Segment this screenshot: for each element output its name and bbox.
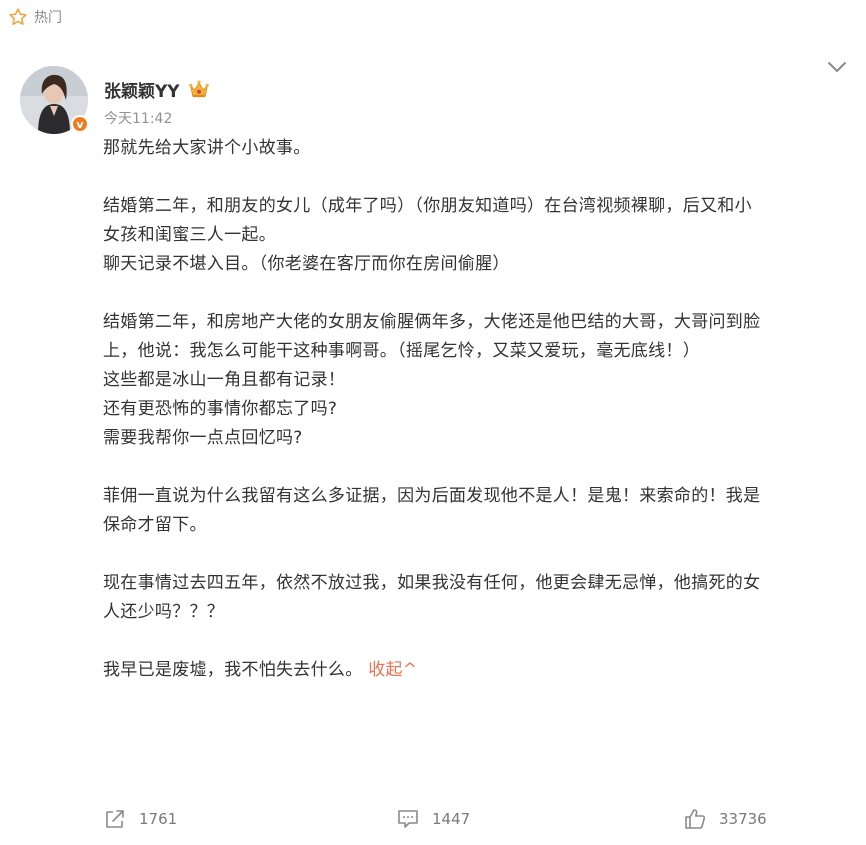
action-bar: 1761 1447 33736: [0, 804, 866, 834]
post-line: 上，他说：我怎么可能干这种事啊哥。（摇尾乞怜，又菜又爱玩，毫无底线！）: [103, 341, 700, 361]
comment-button[interactable]: 1447: [396, 804, 470, 834]
forward-count: 1761: [139, 810, 178, 828]
comment-icon: [398, 810, 418, 828]
post-line: 这些都是冰山一角且都有记录！: [103, 370, 346, 390]
like-button[interactable]: 33736: [683, 804, 767, 834]
chevron-down-icon[interactable]: [826, 58, 848, 76]
post-line: 菲佣一直说为什么我留有这么多证据，因为后面发现他不是人！是鬼！来索命的！我是: [103, 486, 761, 506]
hot-label: 热门: [34, 10, 62, 26]
crown-icon: [188, 80, 209, 98]
post-body: 那就先给大家讲个小故事。 结婚第二年，和朋友的女儿（成年了吗）（你朋友知道吗）在…: [103, 134, 843, 685]
post-line: 现在事情过去四五年，依然不放过我，如果我没有任何，他更会肆无忌惮，他搞死的女: [103, 573, 761, 593]
author-name[interactable]: 张颖颖YY: [104, 77, 180, 102]
like-count: 33736: [719, 810, 767, 828]
post-last-line: 我早已是废墟，我不怕失去什么。 收起^: [103, 656, 843, 685]
hot-section-header: 热门: [8, 6, 62, 28]
share-icon: [106, 810, 124, 828]
collapse-link[interactable]: 收起^: [368, 660, 417, 680]
post-line: 人还少吗？？？: [103, 602, 225, 622]
thumbs-up-icon: [685, 809, 706, 829]
star-outline-icon: [9, 8, 27, 25]
post-line: 那就先给大家讲个小故事。: [103, 138, 311, 158]
post-line: 聊天记录不堪入目。（你老婆在客厅而你在房间偷腥）: [103, 254, 510, 274]
verified-badge: v: [71, 115, 89, 133]
forward-button[interactable]: 1761: [103, 804, 177, 834]
post-line-text: 我早已是废墟，我不怕失去什么。: [103, 660, 363, 680]
post-line: 结婚第二年，和房地产大佬的女朋友偷腥俩年多，大佬还是他巴结的大哥，大哥问到脸: [103, 312, 761, 332]
comment-count: 1447: [432, 810, 471, 828]
post-time[interactable]: 今天11:42: [104, 108, 172, 128]
post-line: 女孩和闺蜜三人一起。: [103, 225, 276, 245]
post-line: 保命才留下。: [103, 515, 207, 535]
post-line: 还有更恐怖的事情你都忘了吗?: [103, 399, 338, 419]
post-line: 结婚第二年，和朋友的女儿（成年了吗）（你朋友知道吗）在台湾视频裸聊，后又和小: [103, 196, 752, 216]
post-line: 需要我帮你一点点回忆吗?: [103, 428, 303, 448]
